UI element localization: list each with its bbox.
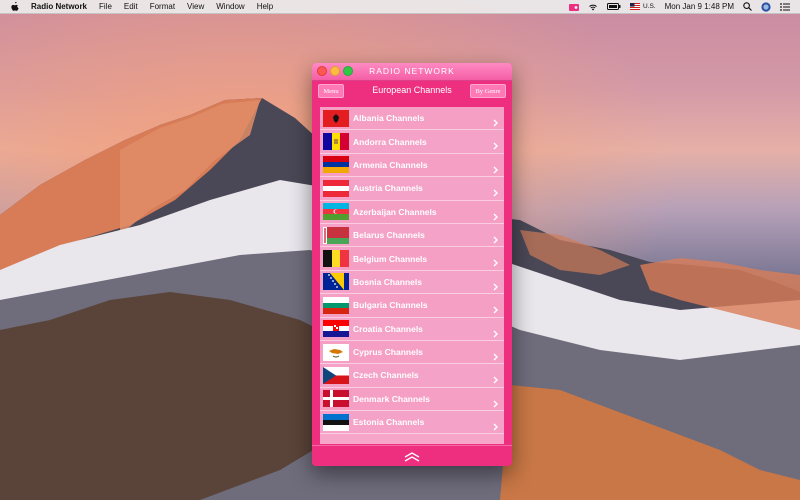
chevron-right-icon	[493, 348, 498, 366]
footer-bar	[312, 445, 512, 466]
siri-icon[interactable]	[761, 1, 771, 12]
channel-row-azerbaijan[interactable]: Azerbaijan Channels	[320, 200, 504, 226]
chevron-right-icon	[493, 278, 498, 296]
channel-label: Denmark Channels	[353, 393, 430, 404]
chevron-right-icon	[493, 301, 498, 319]
channel-label: Andorra Channels	[353, 136, 427, 147]
radio-status-icon[interactable]	[568, 3, 579, 11]
chevron-right-icon	[493, 325, 498, 343]
belarus-flag-icon	[323, 226, 349, 244]
andorra-flag-icon	[323, 133, 349, 151]
chevron-right-icon	[493, 114, 498, 132]
chevron-right-icon	[493, 395, 498, 413]
belgium-flag-icon	[323, 250, 349, 268]
channel-row-croatia[interactable]: Croatia Channels	[320, 317, 504, 343]
menu-help[interactable]: Help	[257, 2, 273, 11]
channel-label: Belgium Channels	[353, 253, 428, 264]
menu-view[interactable]: View	[187, 2, 204, 11]
channel-label: Bulgaria Channels	[353, 300, 428, 311]
window-title: RADIO NETWORK	[369, 66, 455, 76]
menu-window[interactable]: Window	[216, 2, 244, 11]
channel-row-armenia[interactable]: Armenia Channels	[320, 153, 504, 179]
channel-row-andorra[interactable]: Andorra Channels	[320, 130, 504, 155]
chevron-right-icon	[493, 254, 498, 272]
chevron-right-icon	[493, 371, 498, 389]
menu-edit[interactable]: Edit	[124, 2, 138, 11]
apple-menu-icon[interactable]	[9, 2, 21, 11]
cyprus-flag-icon	[323, 343, 349, 361]
battery-icon[interactable]	[606, 3, 621, 10]
chevron-right-icon	[493, 161, 498, 179]
notification-center-icon[interactable]	[780, 2, 790, 11]
channel-row-bosnia[interactable]: Bosnia Channels	[320, 270, 504, 296]
chevron-right-icon	[493, 184, 498, 202]
albania-flag-icon	[323, 109, 349, 127]
clock[interactable]: Mon Jan 9 1:48 PM	[665, 2, 734, 11]
czech-flag-icon	[323, 366, 349, 384]
by-genre-button[interactable]: By Genre	[470, 84, 506, 98]
radio-network-window: RADIO NETWORK Menu European Channels By …	[312, 63, 512, 466]
denmark-flag-icon	[323, 390, 349, 408]
armenia-flag-icon	[323, 156, 349, 174]
channel-label: Czech Channels	[353, 370, 419, 381]
spotlight-search-icon[interactable]	[743, 2, 752, 11]
channel-label: Cyprus Channels	[353, 347, 423, 358]
channel-label: Estonia Channels	[353, 417, 425, 428]
channel-row-estonia[interactable]: Estonia Channels	[320, 411, 504, 436]
input-source-flag-icon[interactable]	[629, 3, 640, 10]
channel-row-belarus[interactable]: Belarus Channels	[320, 223, 504, 249]
nav-bar: Menu European Channels By Genre	[312, 81, 512, 101]
menu-bar: Radio Network File Edit Format View Wind…	[0, 0, 800, 14]
chevron-right-icon	[493, 137, 498, 155]
estonia-flag-icon	[323, 413, 349, 431]
menu-file[interactable]: File	[99, 2, 112, 11]
wifi-icon[interactable]	[588, 3, 598, 11]
bosnia-flag-icon	[323, 273, 349, 291]
title-bar[interactable]: RADIO NETWORK	[312, 63, 512, 81]
channel-label: Bosnia Channels	[353, 276, 422, 287]
channel-list[interactable]: Albania Channels Andorra Channels Armeni…	[320, 107, 504, 444]
azerbaijan-flag-icon	[323, 203, 349, 221]
channel-row-czech[interactable]: Czech Channels	[320, 364, 504, 389]
channel-row-belgium[interactable]: Belgium Channels	[320, 247, 504, 272]
chevron-right-icon	[493, 418, 498, 436]
chevron-right-icon	[493, 231, 498, 249]
input-source-label[interactable]: U.S.	[643, 3, 656, 10]
menu-app-name[interactable]: Radio Network	[31, 2, 87, 11]
channel-row-denmark[interactable]: Denmark Channels	[320, 387, 504, 413]
croatia-flag-icon	[323, 320, 349, 338]
channel-label: Austria Channels	[353, 183, 423, 194]
channel-row-albania[interactable]: Albania Channels	[320, 107, 504, 132]
channel-label: Albania Channels	[353, 113, 425, 124]
channel-row-austria[interactable]: Austria Channels	[320, 177, 504, 202]
chevron-right-icon	[493, 208, 498, 226]
menu-format[interactable]: Format	[150, 2, 175, 11]
channel-label: Azerbaijan Channels	[353, 206, 437, 217]
austria-flag-icon	[323, 179, 349, 197]
channel-label: Armenia Channels	[353, 159, 428, 170]
channel-label: Belarus Channels	[353, 230, 425, 241]
bulgaria-flag-icon	[323, 296, 349, 314]
channel-row-bulgaria[interactable]: Bulgaria Channels	[320, 294, 504, 319]
double-chevron-up-icon[interactable]	[403, 450, 421, 468]
channel-row-cyprus[interactable]: Cyprus Channels	[320, 340, 504, 366]
channel-label: Croatia Channels	[353, 323, 423, 334]
